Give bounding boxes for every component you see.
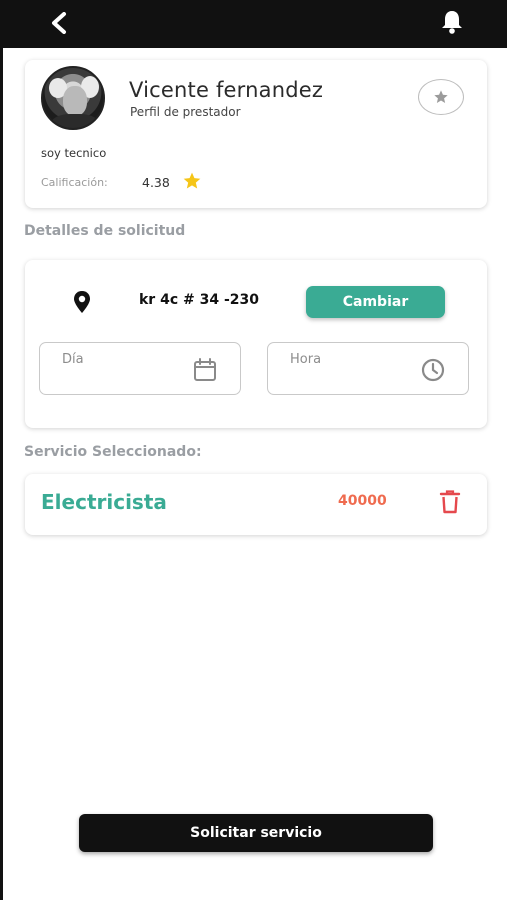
service-name: Electricista	[41, 490, 167, 514]
avatar	[41, 66, 105, 130]
top-app-bar	[0, 0, 507, 48]
hour-field[interactable]: Hora	[267, 342, 469, 395]
map-pin-icon	[74, 291, 90, 313]
notifications-button[interactable]	[438, 8, 466, 36]
request-details-card: kr 4c # 34 -230 Cambiar Día Hora	[25, 260, 487, 428]
star-outline-icon	[434, 90, 448, 103]
service-price: 40000	[338, 493, 387, 509]
rating-value: 4.38	[142, 175, 170, 190]
day-field-label: Día	[62, 352, 84, 367]
request-service-button[interactable]: Solicitar servicio	[79, 814, 433, 852]
day-field[interactable]: Día	[39, 342, 241, 395]
rating-label: Calificación:	[41, 176, 108, 189]
change-address-button[interactable]: Cambiar	[306, 286, 445, 318]
clock-icon	[421, 358, 445, 382]
trash-icon[interactable]	[438, 489, 462, 515]
provider-name: Vicente fernandez	[129, 78, 324, 102]
hour-field-label: Hora	[290, 352, 322, 367]
service-section-title: Servicio Seleccionado:	[24, 444, 202, 460]
calendar-icon	[194, 358, 216, 381]
details-section-title: Detalles de solicitud	[24, 223, 186, 239]
bell-icon	[442, 11, 462, 34]
back-button[interactable]	[46, 10, 72, 36]
star-icon	[183, 172, 201, 189]
provider-card: Vicente fernandez Perfil de prestador so…	[25, 60, 487, 208]
provider-role: Perfil de prestador	[130, 105, 241, 119]
provider-description: soy tecnico	[41, 146, 107, 160]
address-text: kr 4c # 34 -230	[139, 292, 259, 308]
screen-edge	[0, 0, 3, 900]
favorite-button[interactable]	[418, 79, 464, 115]
chevron-left-icon	[52, 12, 66, 34]
selected-service-card: Electricista 40000	[25, 474, 487, 535]
